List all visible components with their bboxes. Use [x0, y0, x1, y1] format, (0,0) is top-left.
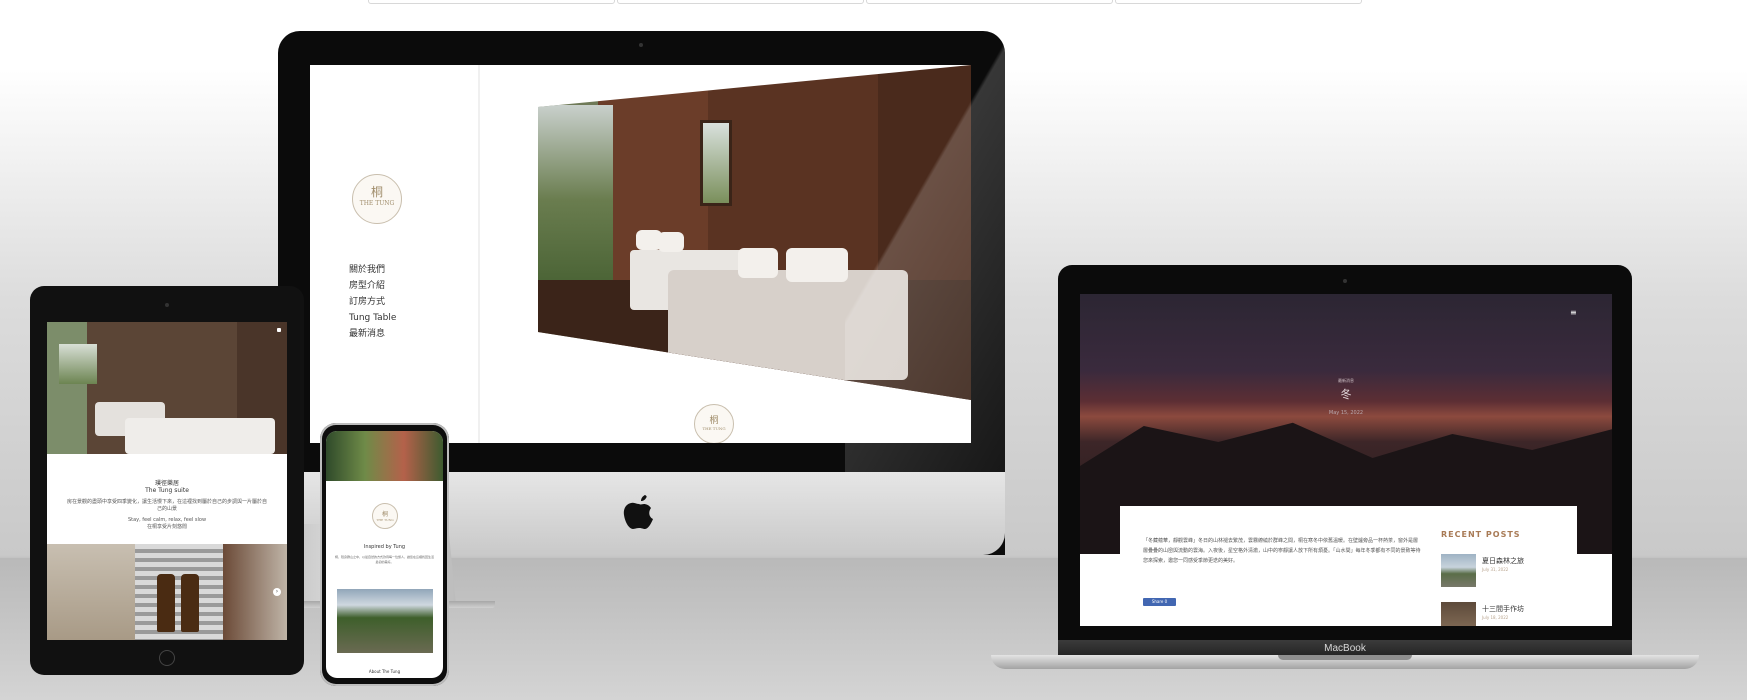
- macbook-camera: [1343, 279, 1347, 283]
- room-pillow: [786, 248, 848, 282]
- nav-item-news[interactable]: 最新消息: [349, 326, 396, 342]
- macbook-screen: ≡ 最新消息 冬 May 15, 2022 「冬藏蘊華，靜觀雲峰」冬日的山林褪去…: [1080, 294, 1612, 626]
- room-pillow: [738, 248, 778, 278]
- ipad-camera: [165, 303, 169, 307]
- logo-en-text: THE TUNG: [359, 200, 395, 207]
- gallery-tile-amenities[interactable]: [135, 544, 223, 640]
- apple-logo-icon: [623, 495, 653, 529]
- macbook-notch: [1278, 655, 1412, 660]
- gallery-tile-bath[interactable]: [47, 544, 135, 640]
- ipad-device: 璞徑樂居 The Tung suite 房在景觀的盡頭中享受四季變化，讓生活慢下…: [30, 286, 304, 675]
- iphone-device: 桐 THE TUNG Inspired by Tung 桐，隱身群山之中，以最自…: [320, 423, 449, 686]
- ipad-window: [59, 344, 97, 384]
- gallery-next-icon[interactable]: ›: [273, 588, 281, 596]
- room-pillow: [658, 232, 684, 252]
- amenity-bottle: [157, 574, 175, 632]
- recent-post-thumb[interactable]: [1441, 602, 1476, 626]
- iphone-screen: 桐 THE TUNG Inspired by Tung 桐，隱身群山之中，以最自…: [326, 431, 443, 678]
- recent-post-date: July 31, 2022: [1482, 567, 1509, 572]
- hero-category[interactable]: 最新消息: [1080, 378, 1612, 384]
- iphone-logo: 桐 THE TUNG: [372, 503, 398, 529]
- ipad-room-photo: [47, 322, 287, 454]
- ipad-gallery: ›: [47, 544, 287, 640]
- ipad-screen: 璞徑樂居 The Tung suite 房在景觀的盡頭中享受四季變化，讓生活慢下…: [47, 322, 287, 640]
- imac-screen: 桐 THE TUNG 關於我們 房型介紹 訂房方式 Tung Table 最新消…: [310, 65, 971, 443]
- facebook-share-button[interactable]: Share 0: [1143, 598, 1176, 606]
- iphone-hero-photo: [326, 431, 443, 481]
- top-tab-1: [368, 0, 615, 4]
- iphone-heading: Inspired by Tung: [363, 544, 406, 550]
- room-photo: [538, 65, 971, 400]
- ipad-bed-right: [125, 418, 275, 454]
- hamburger-menu-icon[interactable]: ≡: [1570, 308, 1577, 317]
- logo-cn-text: 桐: [370, 185, 383, 199]
- nav-item-tung-table[interactable]: Tung Table: [349, 310, 396, 326]
- iphone-desc: 桐，隱身群山之中，以最自然的方式款待每一位旅人，讓您在這裡找回生活最初的美好。: [334, 555, 434, 564]
- hero-title: 冬: [1340, 388, 1352, 401]
- imac-camera: [639, 43, 643, 47]
- article-body: 「冬藏蘊華，靜觀雲峰」冬日的山林褪去繁茂，雲霧繚繞於群峰之間，桐在寒冬中依舊溫暖…: [1143, 538, 1421, 564]
- iphone-logo-en: THE TUNG: [376, 518, 394, 522]
- footer-logo-cn: 桐: [709, 416, 719, 426]
- footer-logo: 桐 THE TUNG: [694, 404, 734, 443]
- iphone-logo-cn: 桐: [381, 511, 388, 518]
- top-tab-2: [617, 0, 864, 4]
- ipad-desc: 房在景觀的盡頭中享受四季變化，讓生活慢下來，在這裡找到屬於自己的步調與一片屬於自…: [66, 499, 267, 512]
- room-window-small: [700, 120, 732, 206]
- hero-date: May 15, 2022: [1328, 410, 1364, 416]
- ipad-title-en: The Tung suite: [145, 487, 189, 494]
- recent-post-date: July 18, 2022: [1482, 615, 1509, 620]
- top-tab-3: [866, 0, 1113, 4]
- top-tab-4: [1115, 0, 1362, 4]
- iphone-footer-heading: About The Tung: [368, 669, 401, 674]
- macbook-device: ≡ 最新消息 冬 May 15, 2022 「冬藏蘊華，靜觀雲峰」冬日的山林褪去…: [1058, 265, 1632, 657]
- iphone-house-photo: [337, 589, 433, 653]
- imac-sidebar: 桐 THE TUNG 關於我們 房型介紹 訂房方式 Tung Table 最新消…: [310, 65, 480, 443]
- nav-item-rooms[interactable]: 房型介紹: [349, 278, 396, 294]
- recent-posts-heading: RECENT POSTS: [1441, 530, 1521, 539]
- room-bed-right: [668, 270, 908, 380]
- recent-post-title[interactable]: 十三間手作坊: [1482, 604, 1524, 614]
- ipad-desc-3: 在桐享受片刻悠閒: [146, 524, 187, 530]
- nav-item-about[interactable]: 關於我們: [349, 262, 396, 278]
- recent-post-thumb[interactable]: [1441, 554, 1476, 587]
- footer-logo-en: THE TUNG: [702, 426, 726, 431]
- ipad-title-cn: 璞徑樂居: [154, 480, 179, 487]
- imac-nav-menu: 關於我們 房型介紹 訂房方式 Tung Table 最新消息: [349, 262, 396, 342]
- amenity-bottle: [181, 574, 199, 632]
- nav-item-booking[interactable]: 訂房方式: [349, 294, 396, 310]
- recent-post-title[interactable]: 夏日森林之旅: [1482, 556, 1524, 566]
- blog-content-card: 「冬藏蘊華，靜觀雲峰」冬日的山林褪去繁茂，雲霧繚繞於群峰之間，桐在寒冬中依舊溫暖…: [1120, 506, 1577, 626]
- site-logo[interactable]: 桐 THE TUNG: [352, 174, 402, 224]
- ipad-home-button: [159, 650, 175, 666]
- ipad-intro: 璞徑樂居 The Tung suite 房在景觀的盡頭中享受四季變化，讓生活慢下…: [47, 454, 287, 544]
- ipad-menu-icon[interactable]: [277, 328, 281, 332]
